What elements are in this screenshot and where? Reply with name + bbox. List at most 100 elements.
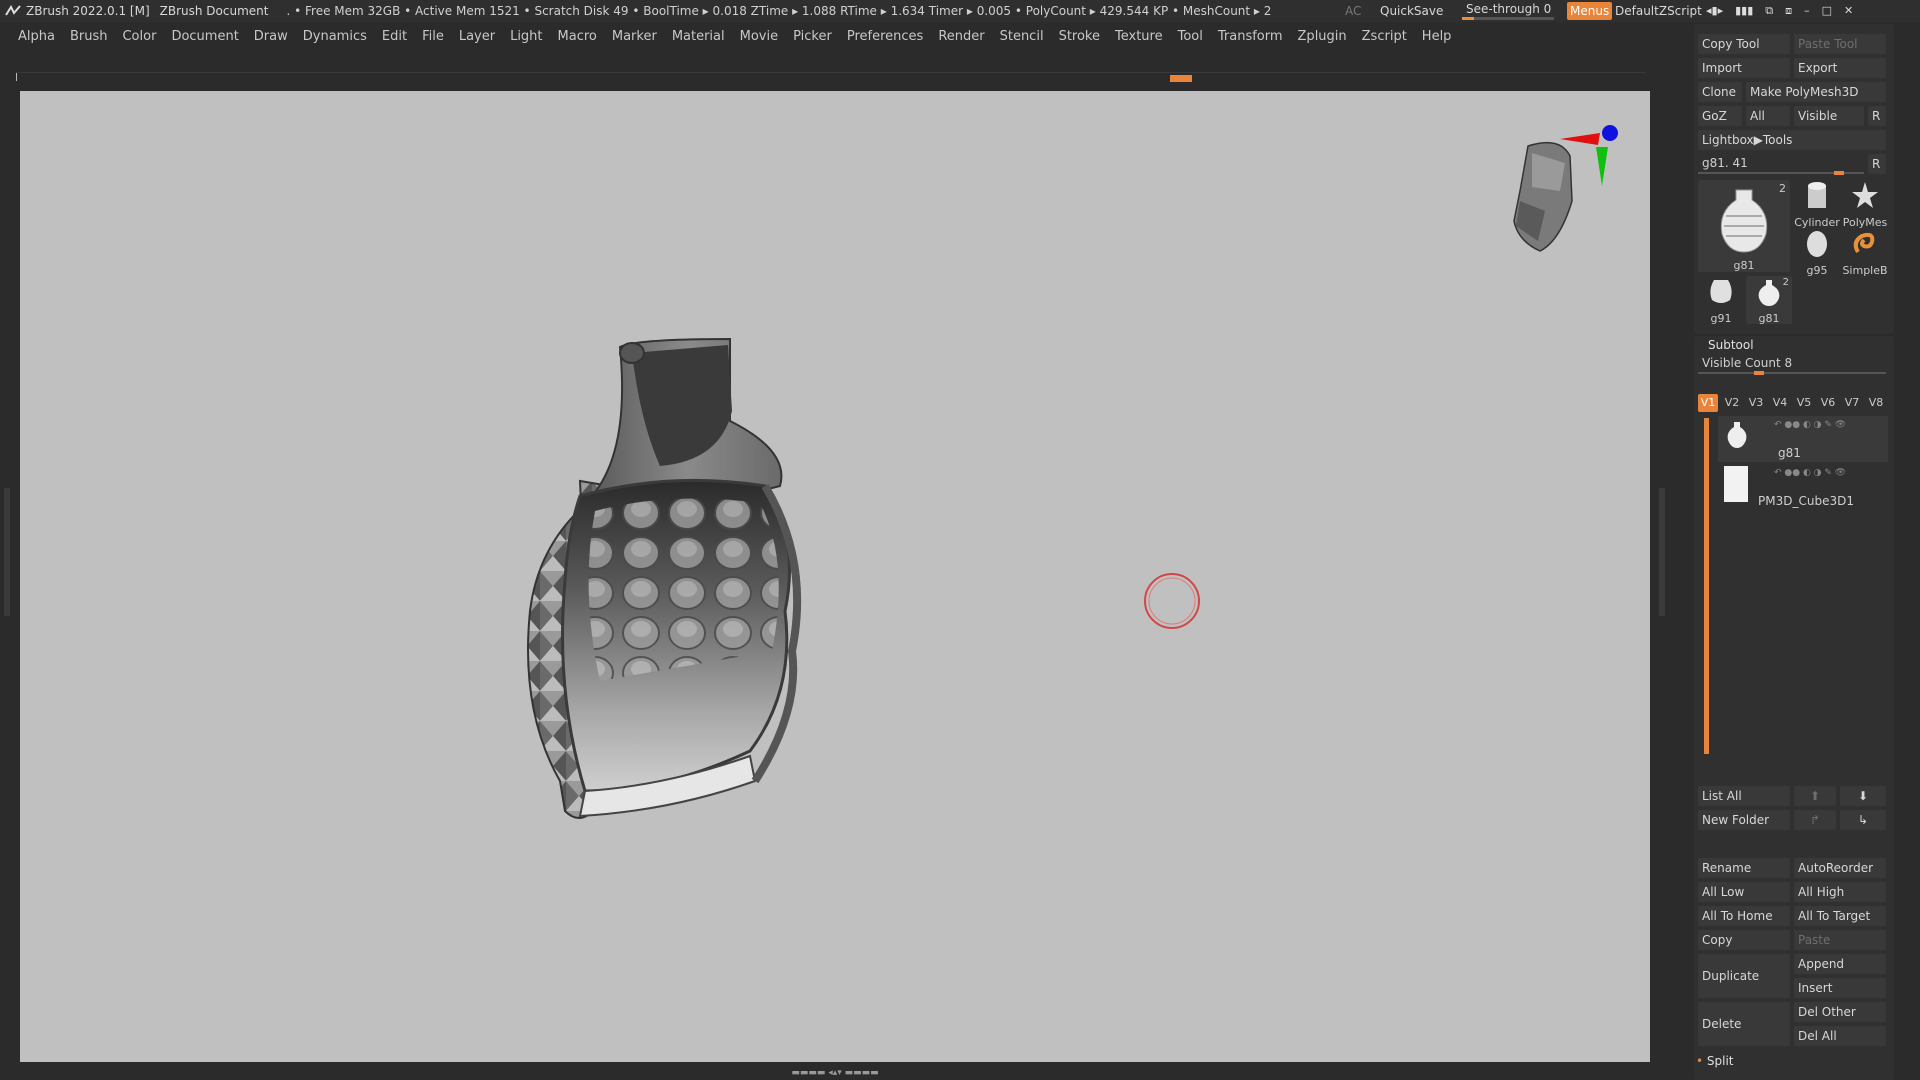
tool-thumb-polymesh[interactable]: PolyMes [1842, 180, 1888, 229]
menu-layer[interactable]: Layer [459, 29, 495, 44]
subtool-scrollbar[interactable] [1704, 418, 1709, 754]
left-tray-handle[interactable] [4, 488, 10, 616]
goz-button[interactable]: GoZ [1698, 106, 1742, 126]
subtool-item[interactable]: ↶ ●● ◐ ◑ ✎ 👁 g81 [1718, 416, 1888, 462]
split-section[interactable]: • Split [1696, 1054, 1734, 1068]
rename-button[interactable]: Rename [1698, 858, 1790, 878]
menu-color[interactable]: Color [122, 29, 156, 44]
menu-dynamics[interactable]: Dynamics [303, 29, 367, 44]
menus-toggle-button[interactable]: Menus [1567, 2, 1613, 20]
goz-all-button[interactable]: All [1746, 106, 1790, 126]
menu-picker[interactable]: Picker [793, 29, 832, 44]
menu-document[interactable]: Document [171, 29, 238, 44]
tool-slider-knob[interactable] [1834, 171, 1844, 175]
subtool-title[interactable]: Subtool [1708, 338, 1754, 352]
menu-light[interactable]: Light [510, 29, 542, 44]
move-up-icon[interactable]: ⬆ [1794, 786, 1836, 806]
del-all-button[interactable]: Del All [1794, 1026, 1886, 1046]
tool-thumb-g95[interactable]: g95 [1794, 228, 1840, 277]
thumb-label: SimpleB [1842, 264, 1888, 277]
make-polymesh-button[interactable]: Make PolyMesh3D [1746, 82, 1886, 102]
menu-material[interactable]: Material [672, 29, 725, 44]
menu-render[interactable]: Render [938, 29, 984, 44]
folder-return-icon[interactable]: ↳ [1840, 810, 1886, 830]
duplicate-button[interactable]: Duplicate [1698, 954, 1790, 998]
status-stats: . • Free Mem 32GB • Active Mem 1521 • Sc… [286, 4, 1272, 18]
paste-tool-button[interactable]: Paste Tool [1794, 34, 1886, 54]
subtool-tab-v2[interactable]: V2 [1722, 394, 1742, 412]
vase-model[interactable] [527, 337, 802, 819]
bottom-tray-handle[interactable]: ▬▬▬▬ ◂▴▾ ▬▬▬▬ [771, 1068, 899, 1078]
del-other-button[interactable]: Del Other [1794, 1002, 1886, 1022]
subtool-item-controls-icon[interactable]: ↶ ●● ◐ ◑ ✎ 👁 [1774, 468, 1846, 478]
menu-alpha[interactable]: Alpha [18, 29, 55, 44]
auto-reorder-button[interactable]: AutoReorder [1794, 858, 1886, 878]
all-low-button[interactable]: All Low [1698, 882, 1790, 902]
subtool-item-controls-icon[interactable]: ↶ ●● ◐ ◑ ✎ 👁 [1774, 420, 1846, 430]
import-button[interactable]: Import [1698, 58, 1790, 78]
all-high-button[interactable]: All High [1794, 882, 1886, 902]
timeline-track[interactable] [16, 72, 1646, 82]
quicksave-button[interactable]: QuickSave [1380, 4, 1443, 18]
right-tray-handle[interactable] [1659, 488, 1665, 616]
goz-r-button[interactable]: R [1868, 106, 1886, 126]
goz-visible-button[interactable]: Visible [1794, 106, 1864, 126]
timeline-start-tick [16, 73, 17, 81]
new-folder-button[interactable]: New Folder [1698, 810, 1790, 830]
folder-arrow-icon[interactable]: ↱ [1794, 810, 1836, 830]
subtool-tab-v7[interactable]: V7 [1842, 394, 1862, 412]
menu-transform[interactable]: Transform [1218, 29, 1283, 44]
menu-edit[interactable]: Edit [382, 29, 407, 44]
menu-file[interactable]: File [422, 29, 444, 44]
navigation-head-icon[interactable] [1513, 141, 1573, 252]
timeline-marker[interactable] [1170, 75, 1192, 82]
menu-stroke[interactable]: Stroke [1059, 29, 1100, 44]
tool-slider-r-button[interactable]: R [1868, 154, 1886, 174]
canvas-viewport[interactable] [20, 91, 1650, 1062]
see-through-slider[interactable]: See-through 0 [1462, 2, 1554, 20]
visible-count-slider[interactable]: Visible Count 8 [1698, 356, 1886, 376]
clone-button[interactable]: Clone [1698, 82, 1742, 102]
all-to-home-button[interactable]: All To Home [1698, 906, 1790, 926]
subtool-tab-v3[interactable]: V3 [1746, 394, 1766, 412]
subtool-item[interactable]: ↶ ●● ◐ ◑ ✎ 👁 PM3D_Cube3D1 [1718, 464, 1888, 510]
insert-button[interactable]: Insert [1794, 978, 1886, 998]
menu-tool[interactable]: Tool [1178, 29, 1203, 44]
tool-thumb-g81-small[interactable]: 2 g81 [1746, 276, 1792, 325]
vase-g81-thumb-icon [1758, 280, 1780, 306]
visible-count-knob[interactable] [1754, 371, 1764, 375]
lightbox-tools-button[interactable]: Lightbox▶Tools [1698, 130, 1886, 150]
export-button[interactable]: Export [1794, 58, 1886, 78]
menu-zplugin[interactable]: Zplugin [1298, 29, 1347, 44]
default-zscript-button[interactable]: DefaultZScript [1615, 4, 1702, 18]
move-down-icon[interactable]: ⬇ [1840, 786, 1886, 806]
subtool-tab-v6[interactable]: V6 [1818, 394, 1838, 412]
copy-tool-button[interactable]: Copy Tool [1698, 34, 1790, 54]
menu-marker[interactable]: Marker [612, 29, 657, 44]
thumb-label: g81 [1733, 259, 1755, 272]
append-button[interactable]: Append [1794, 954, 1886, 974]
menu-macro[interactable]: Macro [558, 29, 597, 44]
copy-button[interactable]: Copy [1698, 930, 1790, 950]
all-to-target-button[interactable]: All To Target [1794, 906, 1886, 926]
tool-thumb-simplebrush[interactable]: SimpleB [1842, 228, 1888, 277]
paste-button[interactable]: Paste [1794, 930, 1886, 950]
delete-button[interactable]: Delete [1698, 1002, 1790, 1046]
menu-brush[interactable]: Brush [70, 29, 108, 44]
menu-zscript[interactable]: Zscript [1362, 29, 1407, 44]
subtool-tab-v8[interactable]: V8 [1866, 394, 1886, 412]
menu-stencil[interactable]: Stencil [1000, 29, 1044, 44]
tool-slider[interactable]: g81. 41 [1698, 154, 1864, 175]
tool-thumb-cylinder[interactable]: Cylinder [1794, 180, 1840, 229]
menu-preferences[interactable]: Preferences [847, 29, 923, 44]
tool-thumb-g81-main[interactable]: 2 g81 [1698, 180, 1790, 272]
menu-draw[interactable]: Draw [254, 29, 288, 44]
menu-help[interactable]: Help [1422, 29, 1452, 44]
tool-thumb-g91[interactable]: g91 [1698, 276, 1744, 325]
subtool-tab-v1[interactable]: V1 [1698, 394, 1718, 412]
list-all-button[interactable]: List All [1698, 786, 1790, 806]
subtool-tab-v4[interactable]: V4 [1770, 394, 1790, 412]
menu-movie[interactable]: Movie [740, 29, 778, 44]
menu-texture[interactable]: Texture [1115, 29, 1163, 44]
subtool-tab-v5[interactable]: V5 [1794, 394, 1814, 412]
